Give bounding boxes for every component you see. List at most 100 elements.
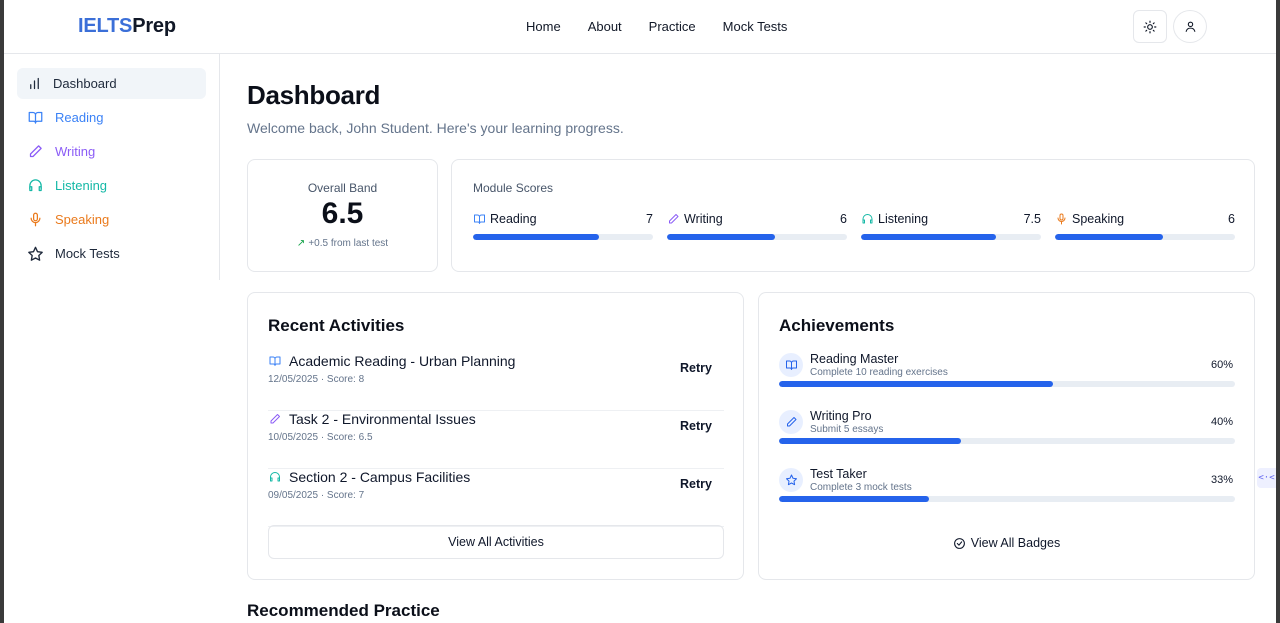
activity-row: Academic Reading - Urban Planning 12/05/… xyxy=(268,353,724,411)
module-name: Writing xyxy=(684,212,723,226)
activity-title: Academic Reading - Urban Planning xyxy=(289,353,516,369)
sidebar-item-listening[interactable]: Listening xyxy=(17,170,206,201)
module-progress-fill xyxy=(1055,234,1163,240)
brand-part-prep: Prep xyxy=(132,15,176,37)
book-open-icon xyxy=(269,356,281,366)
module-progress-bar xyxy=(473,234,653,240)
view-all-activities-button[interactable]: View All Activities xyxy=(268,525,724,559)
mic-icon xyxy=(30,212,41,227)
module-writing: Writing 6 xyxy=(667,212,847,240)
sidebar-item-label: Listening xyxy=(55,178,108,193)
activity-meta: 09/05/2025 · Score: 7 xyxy=(268,490,365,501)
module-name: Listening xyxy=(878,212,929,226)
module-reading: Reading 7 xyxy=(473,212,653,240)
achievement-percent: 33% xyxy=(1210,474,1233,486)
sidebar-item-dashboard[interactable]: Dashboard xyxy=(17,68,206,99)
pen-icon xyxy=(29,145,42,158)
nav-mock-tests[interactable]: Mock Tests xyxy=(723,19,788,34)
retry-button[interactable]: Retry xyxy=(680,361,712,375)
module-speaking: Speaking 6 xyxy=(1055,212,1235,240)
theme-toggle-button[interactable] xyxy=(1133,10,1167,43)
mic-icon xyxy=(1057,213,1066,225)
sun-icon xyxy=(1143,20,1157,33)
module-progress-fill xyxy=(667,234,775,240)
overall-band-delta: ↗ +0.5 from last test xyxy=(248,238,437,249)
achievement-progress-fill xyxy=(779,496,930,502)
achievement-progress-fill xyxy=(779,381,1053,387)
module-name: Reading xyxy=(490,212,537,226)
achievements-title: Achievements xyxy=(779,316,895,335)
recent-activities-title: Recent Activities xyxy=(268,316,405,335)
brand-logo[interactable]: IELTSPrep xyxy=(78,15,176,38)
nav-home[interactable]: Home xyxy=(526,19,561,34)
view-all-badges-label: View All Badges xyxy=(970,536,1061,550)
overall-band-label: Overall Band xyxy=(307,181,378,195)
sidebar-item-label: Mock Tests xyxy=(55,246,120,261)
sidebar-item-reading[interactable]: Reading xyxy=(17,102,206,133)
achievement-row: Test Taker Complete 3 mock tests 33% xyxy=(779,467,1235,520)
overall-band-value: 6.5 xyxy=(321,197,364,230)
sidebar-item-label: Dashboard xyxy=(53,76,117,91)
floating-widget-tab[interactable]: <·< xyxy=(1257,468,1276,488)
achievement-name: Reading Master xyxy=(810,352,899,366)
pen-icon xyxy=(786,417,796,427)
module-score: 7 xyxy=(646,212,653,226)
nav-practice[interactable]: Practice xyxy=(649,19,696,34)
activity-meta: 12/05/2025 · Score: 8 xyxy=(268,374,365,385)
achievement-desc: Submit 5 essays xyxy=(810,424,884,435)
achievement-percent: 40% xyxy=(1210,416,1233,428)
module-name: Speaking xyxy=(1072,212,1125,226)
recommended-practice-title: Recommended Practice xyxy=(247,601,440,620)
page-title: Dashboard xyxy=(247,80,381,110)
sidebar-item-writing[interactable]: Writing xyxy=(17,136,206,167)
activity-row: Task 2 - Environmental Issues 10/05/2025… xyxy=(268,411,724,469)
module-scores-card: Module Scores Reading 7 Writing 6 Listen… xyxy=(451,159,1255,272)
sidebar-item-mock-tests[interactable]: Mock Tests xyxy=(17,238,206,269)
main-nav: Home About Practice Mock Tests xyxy=(526,19,814,34)
activity-title: Section 2 - Campus Facilities xyxy=(289,469,471,485)
module-listening: Listening 7.5 xyxy=(861,212,1041,240)
achievement-row: Reading Master Complete 10 reading exerc… xyxy=(779,352,1235,405)
book-open-icon xyxy=(28,111,43,124)
recent-activities-card: Recent Activities Academic Reading - Urb… xyxy=(247,292,744,580)
pen-icon xyxy=(270,414,280,424)
overall-band-card: Overall Band 6.5 ↗ +0.5 from last test xyxy=(247,159,438,272)
book-open-icon xyxy=(474,214,485,224)
nav-about[interactable]: About xyxy=(588,19,622,34)
delta-text: +0.5 from last test xyxy=(308,238,389,249)
headphones-icon xyxy=(29,179,42,192)
headphones-icon xyxy=(862,214,873,224)
module-progress-bar xyxy=(861,234,1041,240)
achievement-name: Writing Pro xyxy=(810,409,872,423)
sidebar-item-label: Writing xyxy=(55,144,96,159)
achievement-desc: Complete 3 mock tests xyxy=(810,482,912,493)
view-all-badges-button[interactable]: View All Badges xyxy=(759,536,1254,550)
top-header: IELTSPrep Home About Practice Mock Tests xyxy=(4,0,1276,54)
achievements-card: Achievements Reading Master Complete 10 … xyxy=(758,292,1255,580)
check-circle-icon xyxy=(953,537,965,549)
module-progress-fill xyxy=(473,234,599,240)
achievement-progress-fill xyxy=(779,438,962,444)
sidebar-item-speaking[interactable]: Speaking xyxy=(17,204,206,235)
achievement-desc: Complete 10 reading exercises xyxy=(810,367,948,378)
achievement-progress-bar xyxy=(779,496,1235,502)
pen-icon xyxy=(669,214,679,224)
achievement-name: Test Taker xyxy=(810,467,867,481)
book-open-icon xyxy=(785,360,797,370)
activity-row: Section 2 - Campus Facilities 09/05/2025… xyxy=(268,469,724,527)
brand-part-ielts: IELTS xyxy=(78,15,133,37)
sidebar: Dashboard Reading Writing Listening Spea… xyxy=(4,54,220,280)
achievement-progress-bar xyxy=(779,381,1235,387)
sidebar-item-label: Reading xyxy=(55,110,104,125)
retry-button[interactable]: Retry xyxy=(680,477,712,491)
achievement-percent: 60% xyxy=(1210,359,1233,371)
user-menu-button[interactable] xyxy=(1173,10,1207,43)
module-score: 6 xyxy=(840,212,847,226)
module-score: 7.5 xyxy=(1023,212,1041,226)
bar-chart-icon xyxy=(30,77,39,90)
retry-button[interactable]: Retry xyxy=(680,419,712,433)
activity-title: Task 2 - Environmental Issues xyxy=(289,411,476,427)
star-icon xyxy=(28,246,43,261)
trending-up-icon: ↗ xyxy=(296,238,306,249)
star-icon xyxy=(785,474,797,486)
